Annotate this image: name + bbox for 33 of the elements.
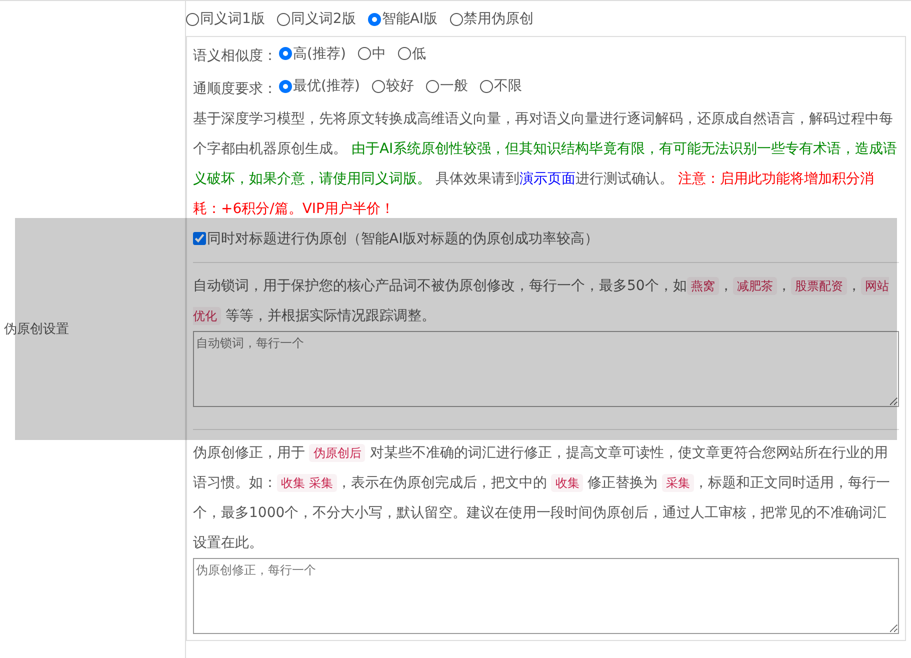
field-label: 通顺度要求： [193, 80, 277, 96]
checkbox[interactable] [193, 232, 206, 245]
ai-description: 基于深度学习模型，先将原文转换成高维语义向量，再对语义向量进行逐词解码，还原成自然语言，解码过程中每个字都由机器原创生成。 由于AI系统原创性较强，但其知识结构毕竟有限，有可能无法识别一些专有术语，造成语义破坏，如果介意，请使用同义词版。 具体效果请到演示页面进行测试确认。 注意：启用此功能将增加积分消耗：+6积分/篇。VIP用户半价！ [193, 110, 898, 218]
radio-button[interactable] [186, 12, 199, 26]
radio-button[interactable] [368, 12, 381, 26]
radio-label[interactable]: 禁用伪原创 [464, 7, 534, 31]
radio-label[interactable]: 同义词2版 [290, 7, 356, 31]
radio-label[interactable]: 不限 [494, 71, 522, 101]
corrections-description: 伪原创修正，用于 伪原创后 对某些不准确的词汇进行修正，提高文章可读性，使文章更符合您网站所在行业的用语习惯。如： 收集 采集 ，表示在伪原创完成后，把文中的 收集 修正替换为 采集 ，标题和正文同时适用，每行一个，最多1000个，不分大小写，默认留空。建议在使用一段时间伪原创后，通过人工审核，把常见的不准确词汇设置在此。 [193, 442, 892, 552]
radio-button[interactable] [450, 12, 463, 26]
radio-label[interactable]: 较好 [386, 71, 414, 101]
radio-button[interactable] [426, 80, 439, 92]
radio-button[interactable] [480, 80, 493, 92]
radio-button[interactable] [279, 80, 292, 92]
checkbox-label[interactable]: 同时对标题进行伪原创（智能AI版对标题的伪原创成功率较高） [207, 224, 599, 254]
demo-page-link[interactable]: 演示页面 [519, 170, 576, 186]
field-label: 语义相似度： [193, 48, 277, 64]
lock-words-description: 自动锁词，用于保护您的核心产品词不被伪原创修改，每行一个，最多50个，如 燕窝 ， 减肥茶 ， 股票配资 ， 网站优化 等等，并根据实际情况跟踪调整。 [193, 276, 890, 326]
radio-label[interactable]: 低 [412, 38, 426, 68]
radio-button[interactable] [279, 47, 292, 60]
radio-button[interactable] [358, 47, 371, 60]
radio-button[interactable] [372, 80, 385, 92]
radio-label[interactable]: 同义词1版 [200, 7, 265, 31]
radio-label[interactable]: 中 [372, 38, 386, 68]
section-label: 伪原创设置 [3, 320, 69, 339]
radio-label[interactable]: 一般 [440, 71, 468, 101]
lock-words-field[interactable]: 自动锁词，每行一个 [193, 330, 899, 406]
radio-label[interactable]: 最优(推荐) [293, 71, 360, 101]
radio-label[interactable]: 高(推荐) [293, 38, 346, 68]
radio-label[interactable]: 智能AI版 [382, 7, 438, 31]
radio-button[interactable] [398, 47, 411, 60]
radio-button[interactable] [276, 12, 290, 26]
corrections-field[interactable]: 伪原创修正，每行一个 [193, 558, 899, 634]
